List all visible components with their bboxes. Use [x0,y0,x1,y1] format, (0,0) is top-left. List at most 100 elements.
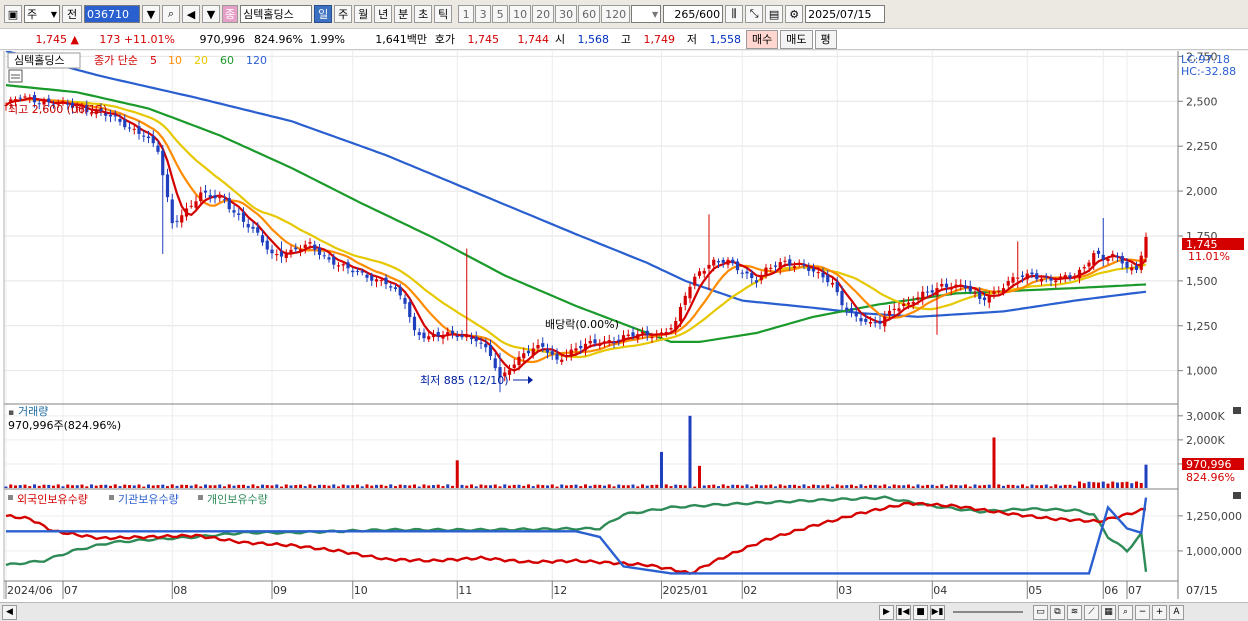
scroll-play-button[interactable]: ▶ [879,604,894,620]
timeframe-button-4[interactable]: 분 [394,5,413,23]
scroll-left-button[interactable]: ◀ [2,604,17,620]
timeframe-button-6[interactable]: 틱 [434,5,453,23]
interval-button-30[interactable]: 30 [555,5,578,23]
volume-bar [831,486,834,488]
volume-bar [151,485,155,488]
zoom-out-button[interactable]: − [1135,604,1150,620]
zoom-slider[interactable] [953,611,1023,613]
interval-button-3[interactable]: 3 [475,5,492,23]
candle-body [1144,236,1148,258]
code-dropdown-icon[interactable]: ▼ [142,5,160,23]
candle-body [992,291,996,294]
volume-bar [688,415,692,488]
price-tick-label: 1,000 [1186,365,1218,378]
low-price: 1,558 [709,32,742,46]
image-icon[interactable]: ▦ [1101,604,1116,620]
stock-code-input[interactable]: 036710 [84,5,140,23]
timeframe-button-1[interactable]: 주 [334,5,353,23]
draw-tool-icon[interactable]: ⤡ [745,5,764,23]
interval-button-1[interactable]: 1 [458,5,475,23]
volume-panel-close-icon[interactable] [1233,407,1241,414]
candle-type-icon[interactable]: ⫼ [725,5,744,23]
volume-bar [531,486,535,488]
volume-bar [294,485,298,488]
scroll-stop-button[interactable]: ■ [913,604,928,620]
date-tick-label: 02 [743,584,757,597]
timeframe-button-0[interactable]: 일 [314,5,333,23]
volume-bar [1059,485,1062,488]
date-tick-label: 09 [273,584,287,597]
zoom-in-button[interactable]: + [1152,604,1167,620]
volume-bar [489,485,492,488]
volume-bar [498,486,502,488]
volume-bar [626,485,630,488]
interval-button-20[interactable]: 20 [532,5,555,23]
date-field[interactable]: 2025/07/15 [805,5,886,23]
interval-button-10[interactable]: 10 [509,5,532,23]
calendar-icon[interactable] [8,69,23,83]
candle-body [826,275,830,283]
volume-bar [213,485,217,488]
gear-icon[interactable]: ⚙ [785,5,804,23]
speaker-dropdown-icon[interactable]: ▼ [202,5,220,23]
candle-body [341,264,345,266]
interval-button-60[interactable]: 60 [578,5,601,23]
candle-body [322,255,326,257]
scroll-back-button[interactable]: ▮◀ [896,604,911,620]
candle-body [921,291,925,300]
auto-scale-button[interactable]: A [1169,604,1184,620]
volume-bar [973,484,977,488]
candle-body [940,284,944,287]
investor-panel-close-icon[interactable] [1233,492,1241,499]
eval-button[interactable]: 평 [814,29,837,49]
candle-body [1058,276,1063,279]
candle-body [1073,275,1077,277]
candle-body [935,288,939,296]
count-field[interactable]: 265/600 [663,5,724,23]
buy-button[interactable]: 매수 [746,29,779,49]
stock-name-field[interactable]: 심텍홀딩스 [240,5,313,23]
volume-bar [598,484,602,488]
pattern-icon[interactable]: ≋ [1067,604,1082,620]
volume-bar [512,484,516,488]
sell-button[interactable]: 매도 [780,29,813,49]
volume-bar [816,485,820,488]
ma-legend-period: 20 [194,54,208,67]
quote-amount: 1,641백만 [375,33,427,46]
trend-icon[interactable]: ⟋ [1084,604,1099,620]
candle-body [963,285,968,289]
volume-bar [821,485,825,488]
candle-body [308,242,312,244]
timeframe-button-3[interactable]: 년 [374,5,393,23]
volume-bar [921,485,925,488]
scroll-forward-button[interactable]: ▶▮ [930,604,945,620]
candle-body [640,331,645,334]
candle-body [23,96,27,98]
candle-body [1115,256,1120,258]
timeframe-button-5[interactable]: 초 [414,5,433,23]
stock-chart[interactable]: 1,0001,2501,5001,7502,0002,2502,5002,750… [0,51,1248,602]
search-icon[interactable]: ⌕ [162,5,180,23]
save-icon[interactable]: ▤ [765,5,784,23]
interval-custom-select[interactable]: ▼ [631,5,662,23]
volume-bar [109,485,112,488]
volume-bar [284,484,288,488]
candle-body [726,259,730,265]
interval-button-5[interactable]: 5 [492,5,509,23]
speaker-icon[interactable]: ◀ [182,5,200,23]
candle-body [925,291,930,293]
timeframe-button-2[interactable]: 월 [354,5,373,23]
layout-icon[interactable]: ▭ [1033,604,1048,620]
volume-bar [232,485,236,488]
prev-button[interactable]: 전 [62,5,82,23]
investor-legend-marker [8,495,13,500]
zoom-search-icon[interactable]: ⌕ [1118,604,1133,620]
period-type-select[interactable]: 주 ▼ [24,5,60,23]
volume-bar [565,485,568,488]
copy-icon[interactable]: ⧉ [1050,604,1065,620]
interval-button-120[interactable]: 120 [601,5,631,23]
volume-bar [474,486,478,488]
volume-bar [907,484,910,488]
volume-bar [56,484,60,488]
window-menu-icon[interactable]: ▣ [4,5,22,23]
